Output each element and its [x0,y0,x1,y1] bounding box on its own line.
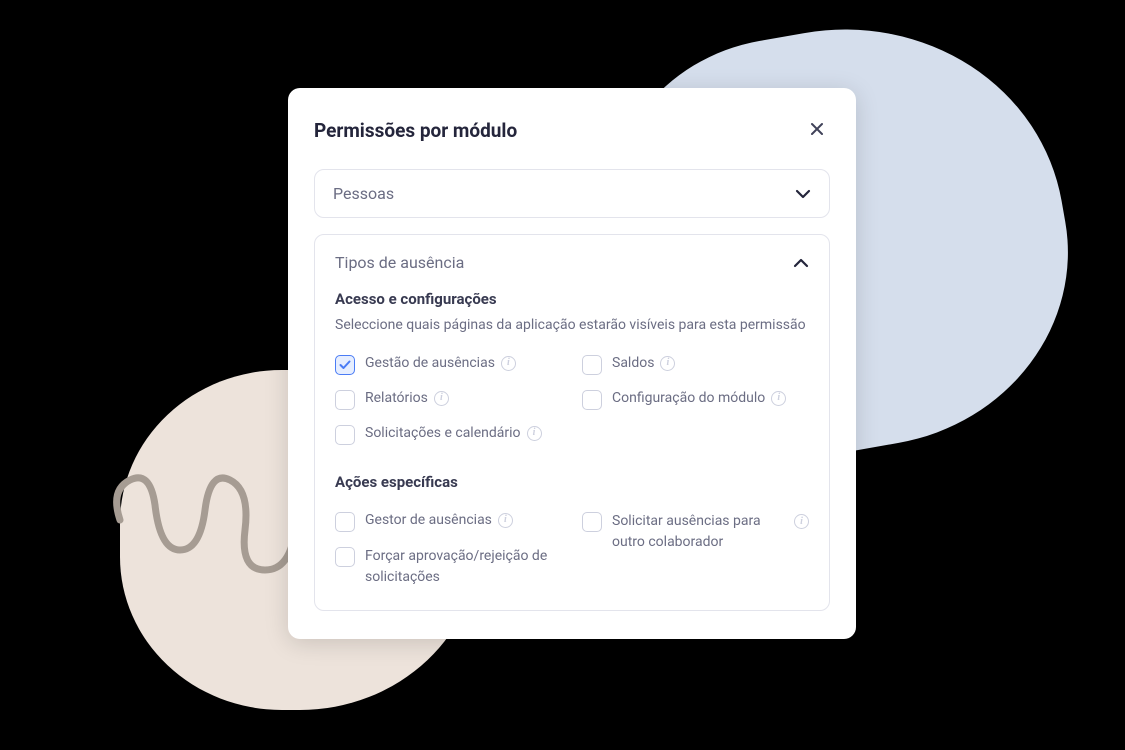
info-icon[interactable]: i [660,356,675,371]
info-icon[interactable]: i [501,356,516,371]
chevron-down-icon [795,189,811,199]
checkbox-label: Gestão de ausências [365,354,495,374]
checkbox-input [582,390,602,410]
module-select[interactable]: Pessoas [314,169,830,218]
checkbox-request-for-other[interactable]: Solicitar ausências para outro colaborad… [582,511,809,588]
access-section-title: Acesso e configurações [335,290,809,308]
checkbox-module-config[interactable]: Configuração do módulo i [582,389,809,410]
checkbox-label: Solicitar ausências para outro colaborad… [612,511,788,553]
checkbox-force-approval[interactable]: Forçar aprovação/rejeição de solicitaçõe… [335,546,562,588]
checkbox-input [582,355,602,375]
module-select-value: Pessoas [333,184,394,203]
checkbox-absence-manager[interactable]: Gestor de ausências i [335,511,562,532]
checkbox-input [335,547,355,567]
checkbox-input [335,355,355,375]
info-icon[interactable]: i [527,426,542,441]
info-icon[interactable]: i [794,514,809,529]
close-icon [808,120,826,141]
checkbox-input [335,390,355,410]
checkbox-label: Solicitações e calendário [365,424,521,444]
checkbox-label: Configuração do módulo [612,389,765,409]
absence-types-accordion: Tipos de ausência Acesso e configurações… [314,234,830,611]
accordion-title: Tipos de ausência [335,253,464,272]
access-section-description: Seleccione quais páginas da aplicação es… [335,316,809,336]
checkbox-input [582,512,602,532]
modal-title: Permissões por módulo [314,119,517,142]
checkbox-absence-management[interactable]: Gestão de ausências i [335,354,562,375]
checkbox-label: Relatórios [365,389,428,409]
checkbox-reports[interactable]: Relatórios i [335,389,562,410]
checkbox-requests-calendar[interactable]: Solicitações e calendário i [335,424,562,445]
close-button[interactable] [804,116,830,145]
info-icon[interactable]: i [771,391,786,406]
checkbox-input [335,512,355,532]
chevron-up-icon [793,258,809,268]
info-icon[interactable]: i [434,391,449,406]
permissions-modal: Permissões por módulo Pessoas Tipos de a… [288,88,856,639]
checkbox-label: Gestor de ausências [365,511,492,531]
checkbox-balances[interactable]: Saldos i [582,354,809,375]
info-icon[interactable]: i [498,513,513,528]
checkbox-label: Saldos [612,354,654,374]
accordion-header[interactable]: Tipos de ausência [335,253,809,272]
actions-section-title: Ações específicas [335,473,809,491]
checkbox-label: Forçar aprovação/rejeição de solicitaçõe… [365,546,562,588]
checkbox-input [335,425,355,445]
